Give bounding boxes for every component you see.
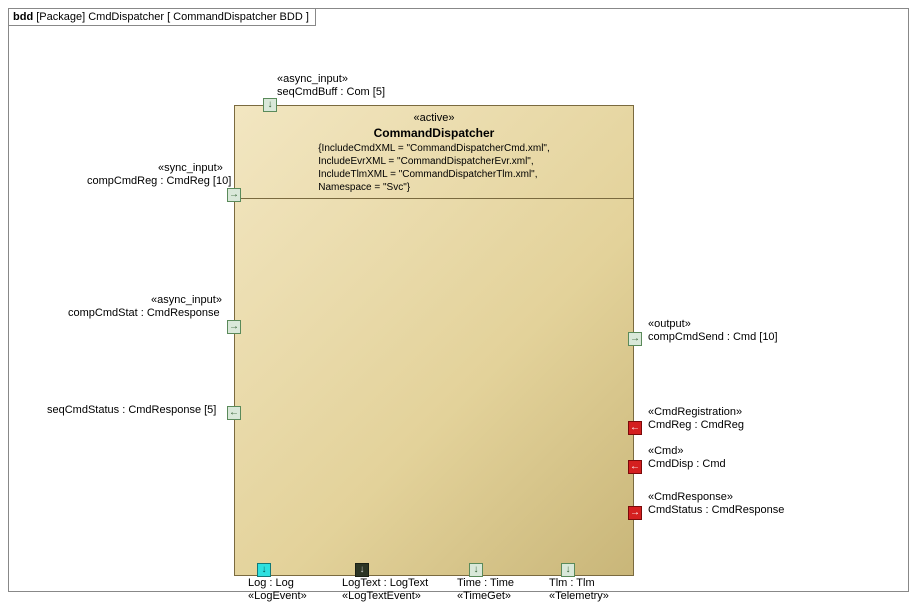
port-stereo: «CmdRegistration» <box>648 406 742 418</box>
arrow-down-icon: ↓ <box>470 564 482 576</box>
port-seqCmdBuff[interactable]: ↓ <box>263 98 277 112</box>
block-prop: {IncludeCmdXML = "CommandDispatcherCmd.x… <box>318 142 550 155</box>
port-CmdStatus[interactable]: → <box>628 506 642 520</box>
block-prop: IncludeTlmXML = "CommandDispatcherTlm.xm… <box>318 168 550 181</box>
diagram-type: bdd <box>13 11 33 23</box>
arrow-down-icon: ↓ <box>562 564 574 576</box>
block-name: CommandDispatcher <box>239 126 629 140</box>
port-stereo: «LogEvent» <box>248 590 307 602</box>
port-stereo: «LogTextEvent» <box>342 590 421 602</box>
block-CommandDispatcher[interactable]: «active» CommandDispatcher {IncludeCmdXM… <box>234 105 634 576</box>
port-stereo: «async_input» <box>277 73 348 85</box>
port-stereo: «output» <box>648 318 691 330</box>
arrow-left-icon: ← <box>629 461 641 473</box>
port-stereo: «CmdResponse» <box>648 491 733 503</box>
port-label: seqCmdStatus : CmdResponse [5] <box>47 404 216 416</box>
port-label: Log : Log <box>248 577 294 589</box>
port-Time[interactable]: ↓ <box>469 563 483 577</box>
arrow-down-icon: ↓ <box>356 564 368 576</box>
port-Log[interactable]: ↓ <box>257 563 271 577</box>
port-label: CmdStatus : CmdResponse <box>648 504 784 516</box>
port-label: compCmdStat : CmdResponse <box>68 307 220 319</box>
diagram-title: [Package] CmdDispatcher [ CommandDispatc… <box>36 11 309 23</box>
arrow-right-icon: → <box>629 507 641 519</box>
port-compCmdReg[interactable]: → <box>227 188 241 202</box>
port-stereo: «Telemetry» <box>549 590 609 602</box>
port-Tlm[interactable]: ↓ <box>561 563 575 577</box>
diagram-title-tab: bdd [Package] CmdDispatcher [ CommandDis… <box>8 8 316 26</box>
block-properties: {IncludeCmdXML = "CommandDispatcherCmd.x… <box>318 142 550 194</box>
port-stereo: «sync_input» <box>158 162 223 174</box>
port-compCmdStat[interactable]: → <box>227 320 241 334</box>
arrow-right-icon: → <box>629 333 641 345</box>
port-seqCmdStatus[interactable]: ← <box>227 406 241 420</box>
block-header: «active» CommandDispatcher {IncludeCmdXM… <box>235 106 633 199</box>
port-label: compCmdReg : CmdReg [10] <box>87 175 231 187</box>
block-prop: Namespace = "Svc"} <box>318 181 550 194</box>
port-label: Tlm : Tlm <box>549 577 595 589</box>
port-label: seqCmdBuff : Com [5] <box>277 86 385 98</box>
port-CmdDisp[interactable]: ← <box>628 460 642 474</box>
port-LogText[interactable]: ↓ <box>355 563 369 577</box>
port-CmdReg[interactable]: ← <box>628 421 642 435</box>
port-compCmdSend[interactable]: → <box>628 332 642 346</box>
arrow-down-icon: ↓ <box>264 99 276 111</box>
port-stereo: «Cmd» <box>648 445 683 457</box>
port-label: Time : Time <box>457 577 514 589</box>
diagram-canvas: bdd [Package] CmdDispatcher [ CommandDis… <box>8 8 909 592</box>
arrow-right-icon: → <box>228 321 240 333</box>
port-stereo: «TimeGet» <box>457 590 511 602</box>
port-label: CmdReg : CmdReg <box>648 419 744 431</box>
port-label: CmdDisp : Cmd <box>648 458 726 470</box>
arrow-left-icon: ← <box>629 422 641 434</box>
block-prop: IncludeEvrXML = "CommandDispatcherEvr.xm… <box>318 155 550 168</box>
port-stereo: «async_input» <box>151 294 222 306</box>
port-label: compCmdSend : Cmd [10] <box>648 331 778 343</box>
port-label: LogText : LogText <box>342 577 428 589</box>
block-stereotype: «active» <box>239 112 629 124</box>
arrow-left-icon: ← <box>228 407 240 419</box>
arrow-right-icon: → <box>228 189 240 201</box>
arrow-down-icon: ↓ <box>258 564 270 576</box>
